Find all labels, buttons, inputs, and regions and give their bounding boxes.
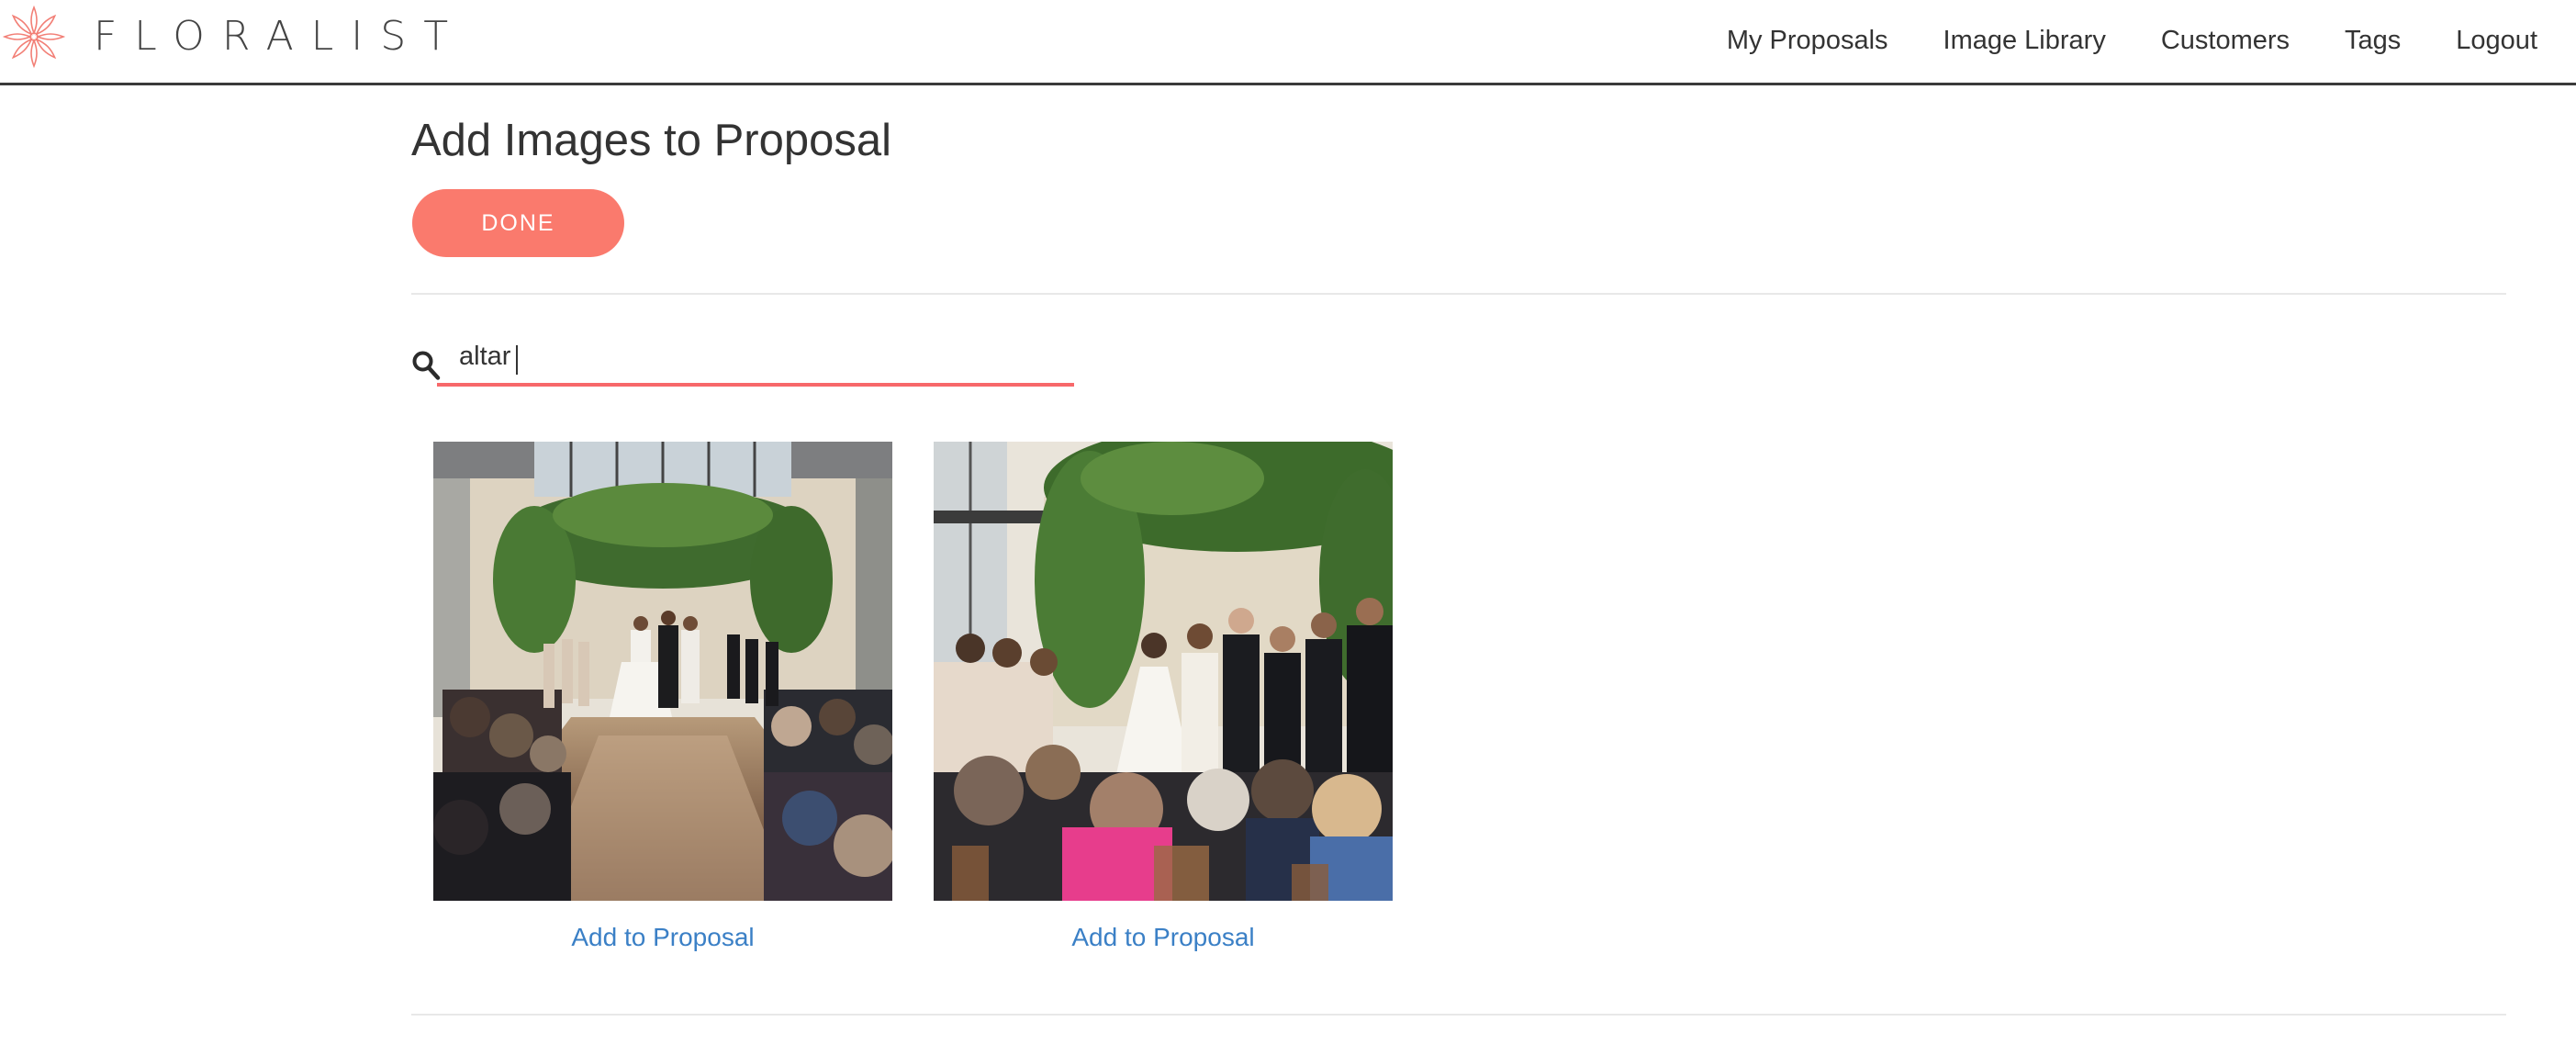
done-button[interactable]: DONE [412, 189, 624, 257]
search-input[interactable] [437, 333, 1074, 387]
text-caret [516, 345, 518, 375]
nav-my-proposals[interactable]: My Proposals [1727, 26, 1888, 56]
nav-customers[interactable]: Customers [2161, 26, 2290, 56]
nav-logout[interactable]: Logout [2456, 26, 2537, 56]
top-navbar: FLORALIST My Proposals Image Library Cus… [0, 0, 2576, 85]
result-image-ceremony-arch[interactable] [433, 442, 892, 901]
image-result-card: Add to Proposal [433, 442, 892, 952]
nav-image-library[interactable]: Image Library [1943, 26, 2106, 56]
brand-logo[interactable]: FLORALIST [2, 4, 465, 70]
brand-name: FLORALIST [94, 13, 466, 60]
section-divider [411, 1014, 2506, 1016]
main-nav: My Proposals Image Library Customers Tag… [1672, 22, 2537, 59]
add-to-proposal-link[interactable]: Add to Proposal [433, 923, 892, 952]
nav-tags[interactable]: Tags [2345, 26, 2401, 56]
add-to-proposal-link[interactable]: Add to Proposal [934, 923, 1393, 952]
page-title: Add Images to Proposal [411, 116, 891, 165]
result-image-ceremony-altar[interactable] [934, 442, 1393, 901]
section-divider [411, 293, 2506, 295]
image-result-card: Add to Proposal [934, 442, 1393, 952]
flower-icon [2, 5, 66, 69]
